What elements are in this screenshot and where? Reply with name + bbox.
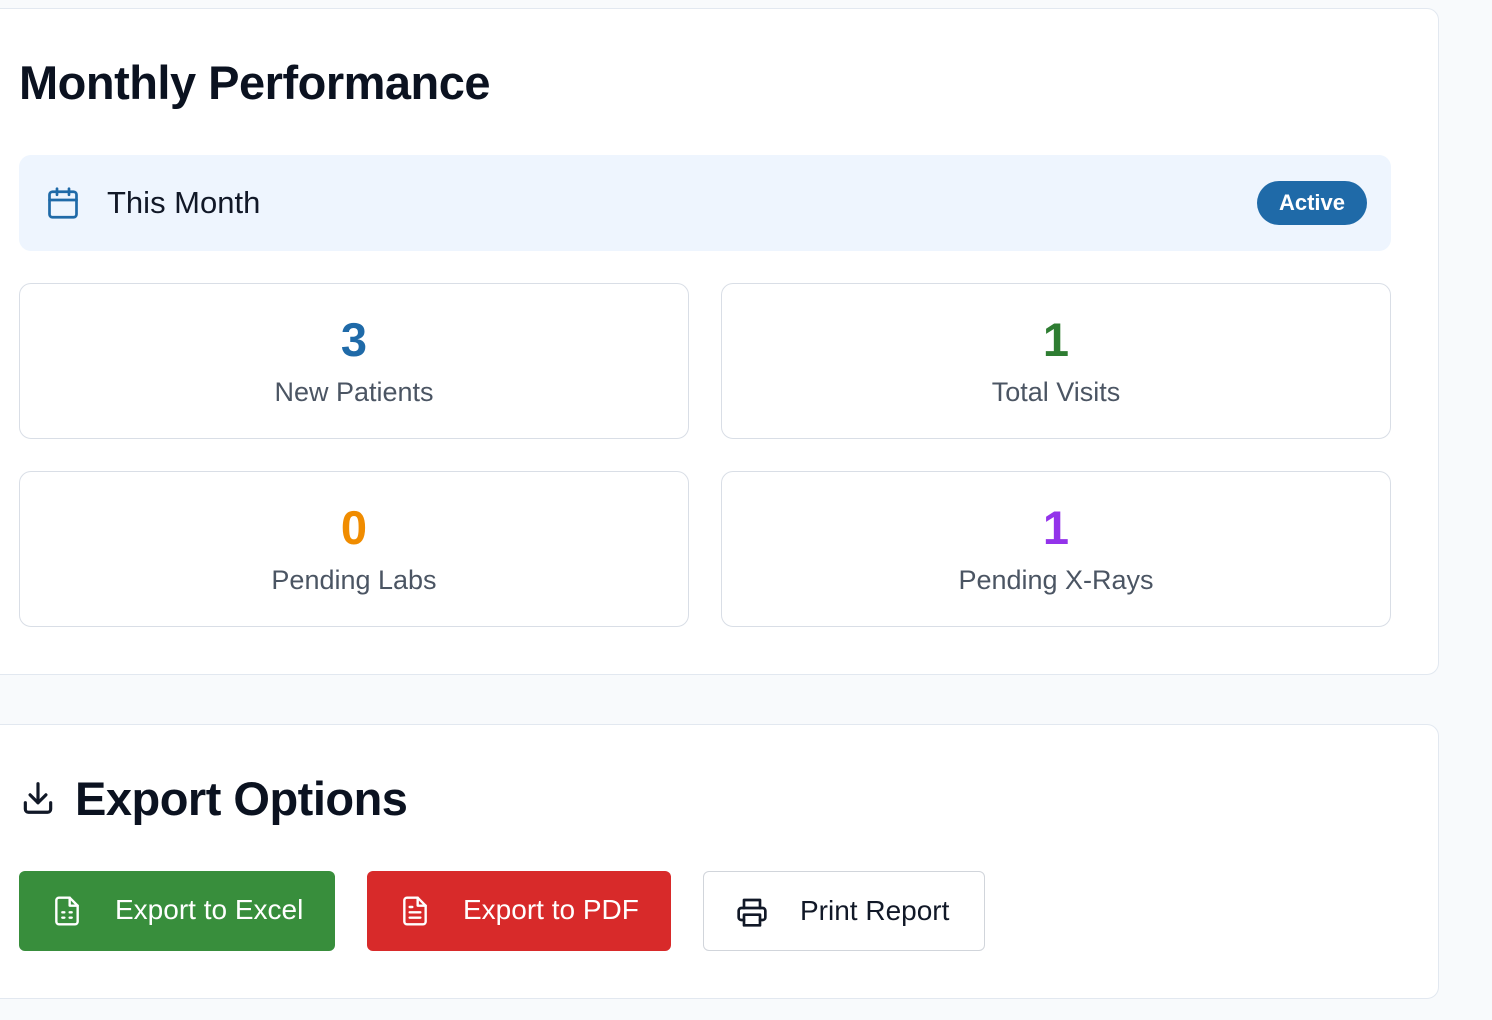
export-options-title: Export Options: [75, 772, 408, 825]
stat-label: Pending Labs: [271, 565, 437, 595]
button-label: Export to Excel: [115, 894, 304, 925]
print-report-button[interactable]: Print Report: [703, 871, 985, 951]
printer-icon: [737, 898, 767, 927]
stat-label: Total Visits: [991, 377, 1121, 407]
spreadsheet-file-icon: [55, 896, 79, 926]
button-label: Print Report: [800, 895, 950, 926]
period-selector[interactable]: This Month Active: [19, 155, 1391, 251]
period-label: This Month: [107, 185, 261, 220]
document-file-icon: [403, 896, 427, 926]
stat-label: Pending X-Rays: [958, 565, 1154, 595]
export-options-card: Export Options Export to Excel Export to…: [0, 724, 1439, 999]
status-badge: Active: [1256, 181, 1367, 225]
stat-label: New Patients: [274, 377, 434, 407]
button-label: Export to PDF: [463, 894, 639, 925]
monthly-performance-card: Monthly Performance This Month Active 3 …: [0, 8, 1439, 675]
monthly-performance-title: Monthly Performance: [19, 56, 491, 109]
stat-value: 3: [340, 313, 368, 366]
download-icon: [23, 782, 53, 814]
stat-card-pending-labs: 0 Pending Labs: [19, 471, 689, 627]
stat-card-total-visits: 1 Total Visits: [721, 283, 1391, 439]
export-pdf-button[interactable]: Export to PDF: [367, 871, 671, 951]
stat-card-pending-xrays: 1 Pending X-Rays: [721, 471, 1391, 627]
stat-value: 0: [340, 501, 368, 554]
calendar-icon: [48, 187, 78, 219]
stat-value: 1: [1042, 501, 1070, 554]
stat-value: 1: [1042, 313, 1070, 366]
export-excel-button[interactable]: Export to Excel: [19, 871, 335, 951]
stat-card-new-patients: 3 New Patients: [19, 283, 689, 439]
